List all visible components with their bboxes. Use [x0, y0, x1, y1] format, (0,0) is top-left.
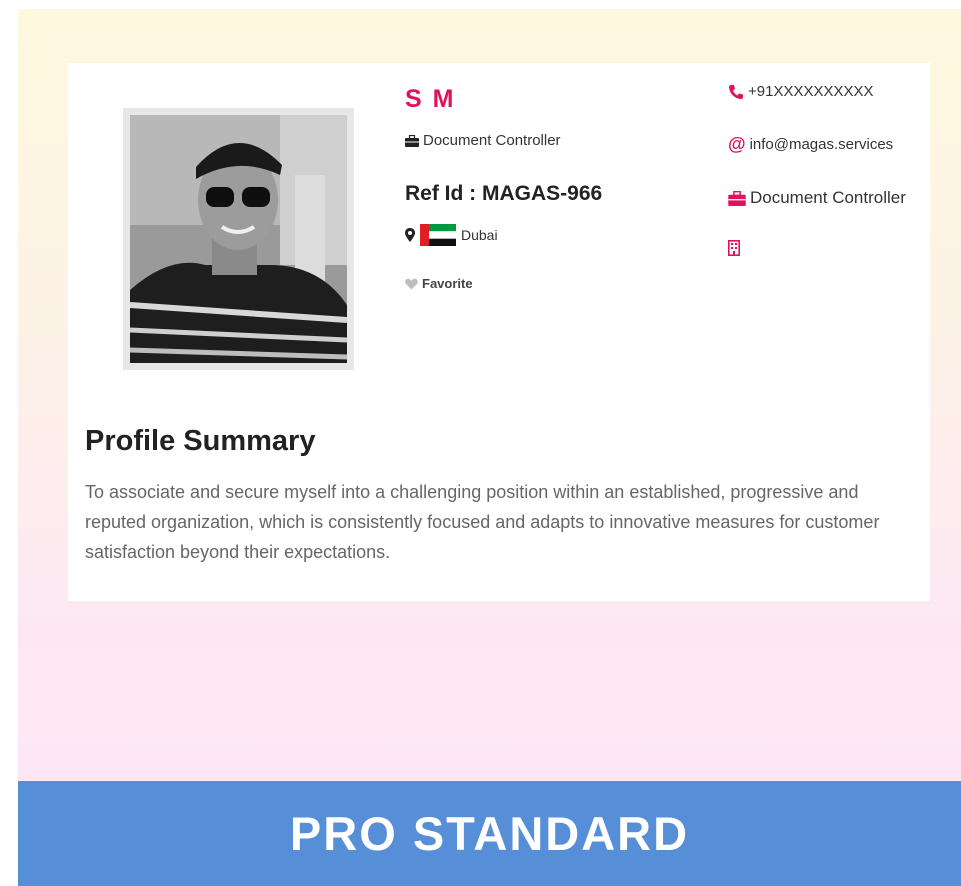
contact-company [728, 240, 740, 256]
profile-name: S M [405, 85, 456, 113]
profile-summary-title: Profile Summary [85, 425, 316, 457]
briefcase-icon [405, 134, 419, 147]
uae-flag-icon [420, 224, 456, 246]
contact-position-label: Document Controller [750, 188, 906, 207]
contact-email[interactable]: @ info@magas.services [728, 134, 893, 155]
contact-phone-label: +91XXXXXXXXXX [748, 83, 874, 100]
plan-banner: PRO STANDARD [18, 781, 961, 886]
profile-role-label: Document Controller [423, 132, 561, 149]
building-icon [728, 240, 740, 256]
briefcase-icon [728, 190, 746, 206]
profile-card: S M Document Controller Ref Id : MAGAS-9… [68, 63, 930, 601]
contact-phone[interactable]: +91XXXXXXXXXX [728, 83, 874, 100]
profile-role: Document Controller [405, 132, 561, 149]
profile-ref-id: Ref Id : MAGAS-966 [405, 182, 603, 205]
profile-summary-text: To associate and secure myself into a ch… [85, 482, 880, 562]
plan-banner-label: PRO STANDARD [289, 807, 690, 860]
map-pin-icon [405, 228, 415, 242]
profile-photo [123, 108, 354, 370]
contact-position: Document Controller [728, 188, 906, 208]
page-frame: S M Document Controller Ref Id : MAGAS-9… [18, 9, 961, 886]
phone-icon [729, 84, 743, 99]
profile-location-label: Dubai [461, 227, 498, 243]
heart-icon [405, 278, 418, 289]
at-icon: @ [728, 134, 746, 154]
contact-email-label: info@magas.services [749, 136, 894, 153]
profile-location: Dubai [405, 224, 498, 246]
favorite-toggle[interactable]: Favorite [405, 276, 473, 291]
profile-photo-image [130, 115, 347, 363]
favorite-label: Favorite [422, 276, 473, 291]
